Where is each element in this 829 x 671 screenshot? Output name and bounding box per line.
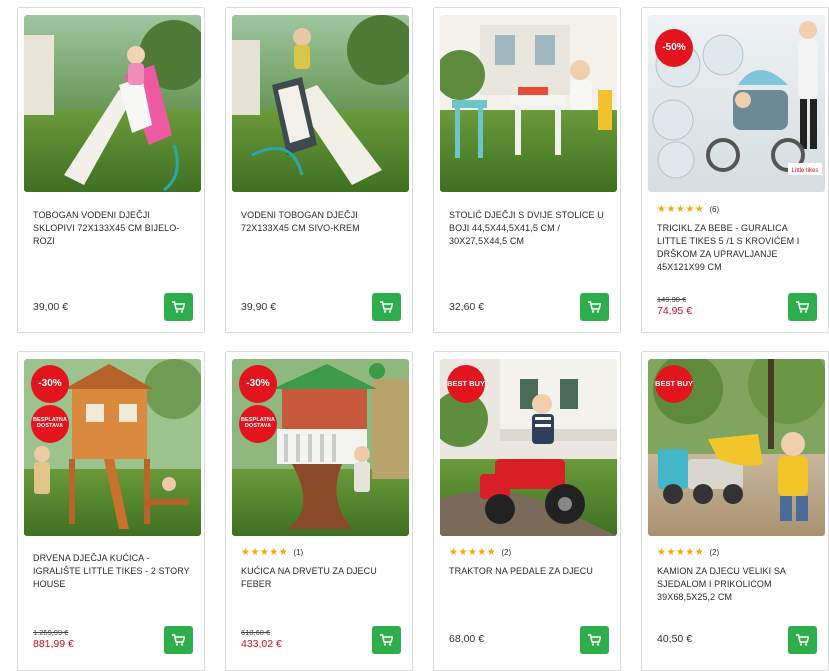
add-to-cart-button[interactable] [164, 626, 193, 654]
shopping-cart-icon [588, 634, 601, 646]
shopping-cart-icon [588, 301, 601, 313]
add-to-cart-button[interactable] [164, 293, 193, 321]
add-to-cart-button[interactable] [580, 626, 609, 654]
product-card[interactable]: -30% BESPLATNA DOSTAVA DRVENA DJEČJA KUĆ… [17, 351, 205, 671]
shopping-cart-icon [796, 634, 809, 646]
product-name[interactable]: TRAKTOR NA PEDALE ZA DJECU [449, 565, 609, 578]
shopping-cart-icon [172, 634, 185, 646]
add-to-cart-button[interactable] [580, 293, 609, 321]
star-icon: ★★★★★ [449, 547, 497, 558]
product-card[interactable]: BEST BUY ★★★★★ (2) TRAKTOR NA PEDALE ZA … [433, 351, 621, 671]
shopping-cart-icon [172, 301, 185, 313]
product-card[interactable]: Little tikes -50% ★★★★★ (6) TRICIKL ZA B… [641, 7, 829, 333]
shopping-cart-icon [796, 301, 809, 313]
star-icon: ★★★★★ [657, 547, 705, 558]
old-price: 618,60 € [241, 628, 271, 637]
product-name[interactable]: DRVENA DJEČJA KUĆICA - IGRALIŠTE LITTLE … [33, 552, 193, 591]
add-to-cart-button[interactable] [372, 626, 401, 654]
product-rating: ★★★★★ (1) [241, 547, 303, 558]
product-name[interactable]: TRICIKL ZA BEBE - GURALICA LITTLE TIKES … [657, 222, 817, 274]
old-price: 1.259,99 € [33, 628, 69, 637]
product-image[interactable] [24, 15, 201, 192]
star-icon: ★★★★★ [657, 204, 705, 215]
shopping-cart-icon [380, 634, 393, 646]
product-rating: ★★★★★ (2) [657, 547, 719, 558]
sale-price: 74,95 € [657, 305, 693, 317]
rating-count: (2) [709, 548, 720, 557]
star-icon: ★★★★★ [241, 547, 289, 558]
brand-logo: Little tikes [792, 168, 819, 174]
product-image[interactable] [232, 15, 409, 192]
product-card[interactable]: BEST BUY ★★★★★ (2) KAMION ZA DJECU VELIK… [641, 351, 829, 671]
product-card[interactable]: VODENI TOBOGAN DJEČJI 72x133x45 cm SIVO-… [225, 7, 413, 333]
free-shipping-badge: BESPLATNA DOSTAVA [239, 405, 277, 443]
add-to-cart-button[interactable] [788, 293, 817, 321]
product-name[interactable]: STOLIĆ DJEČJI S DVIJE STOLICE U BOJI 44,… [449, 209, 609, 248]
product-price: 39,00 € [33, 301, 69, 313]
sale-price: 881,99 € [33, 638, 74, 650]
discount-badge: -30% [239, 365, 277, 403]
shopping-cart-icon [380, 301, 393, 313]
product-name[interactable]: KAMION ZA DJECU VELIKI SA SJEDALOM I PRI… [657, 565, 817, 604]
sale-price: 433,02 € [241, 638, 282, 650]
product-price: 32,60 € [449, 301, 485, 313]
product-rating: ★★★★★ (6) [657, 204, 719, 215]
product-name[interactable]: TOBOGAN VODENI DJEČJI SKLOPIVI 72x133x45… [33, 209, 193, 248]
best-buy-badge: BEST BUY [655, 365, 693, 403]
add-to-cart-button[interactable] [372, 293, 401, 321]
rating-count: (2) [501, 548, 512, 557]
discount-badge: -30% [31, 365, 69, 403]
product-name[interactable]: KUĆICA NA DRVETU ZA DJECU FEBER [241, 565, 401, 591]
product-card[interactable]: STOLIĆ DJEČJI S DVIJE STOLICE U BOJI 44,… [433, 7, 621, 333]
rating-count: (1) [293, 548, 304, 557]
free-shipping-badge: BESPLATNA DOSTAVA [31, 405, 69, 443]
product-image[interactable] [440, 15, 617, 192]
product-name[interactable]: VODENI TOBOGAN DJEČJI 72x133x45 cm SIVO-… [241, 209, 401, 235]
best-buy-badge: BEST BUY [447, 365, 485, 403]
product-card[interactable]: -30% BESPLATNA DOSTAVA ★★★★★ (1) KUĆICA … [225, 351, 413, 671]
rating-count: (6) [709, 205, 720, 214]
product-rating: ★★★★★ (2) [449, 547, 511, 558]
discount-badge: -50% [655, 29, 693, 67]
old-price: 149,90 € [657, 295, 687, 304]
product-price: 68,00 € [449, 633, 485, 645]
product-price: 40,50 € [657, 633, 693, 645]
add-to-cart-button[interactable] [788, 626, 817, 654]
product-price: 39,90 € [241, 301, 277, 313]
product-card[interactable]: TOBOGAN VODENI DJEČJI SKLOPIVI 72x133x45… [17, 7, 205, 333]
